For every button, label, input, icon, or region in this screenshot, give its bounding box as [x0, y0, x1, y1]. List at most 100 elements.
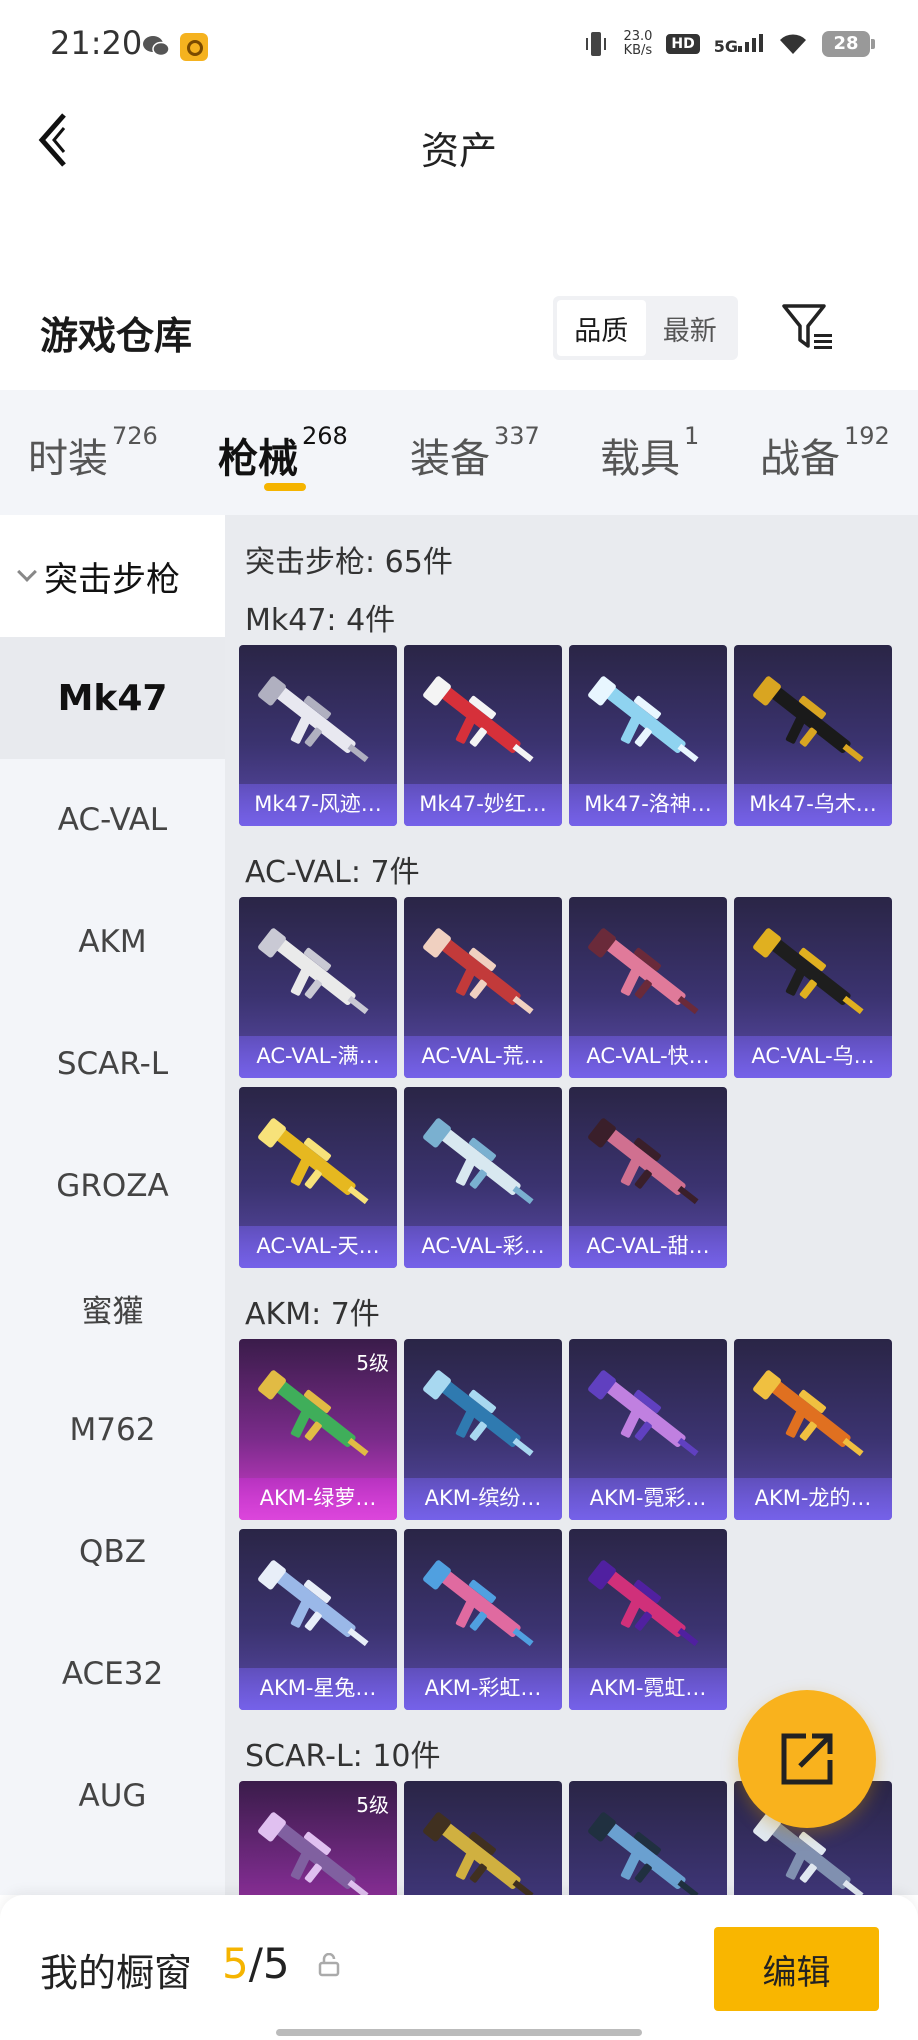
weapon-skin-card[interactable]: AKM-星兔…	[239, 1529, 397, 1710]
active-tab-indicator	[264, 483, 306, 491]
weapon-skin-card[interactable]: Mk47-洛神…	[569, 645, 727, 826]
weapon-skin-card[interactable]: Mk47-风迹…	[239, 645, 397, 826]
showcase-count: 5/5	[222, 1939, 290, 1988]
weapon-skin-name: AC-VAL-快…	[569, 1036, 727, 1078]
tab-weapons[interactable]: 枪械 268	[218, 422, 348, 484]
sort-toggle: 品质 最新	[553, 296, 738, 360]
rifle-icon	[258, 1560, 369, 1647]
weapon-skin-card[interactable]: AC-VAL-彩…	[404, 1087, 562, 1268]
wechat-icon	[143, 36, 170, 57]
status-indicators: 23.0 KB/s HD 5G 28	[583, 30, 875, 58]
tab-fashion[interactable]: 时装 726	[28, 422, 158, 484]
weapon-skin-card[interactable]: AKM-霓虹…	[569, 1529, 727, 1710]
tab-equipment[interactable]: 装备 337	[410, 422, 540, 484]
rifle-icon	[588, 1812, 699, 1895]
share-button[interactable]	[738, 1690, 876, 1828]
rifle-icon	[588, 1560, 699, 1647]
weapon-skin-name: Mk47-乌木…	[734, 784, 892, 826]
rifle-icon	[423, 1370, 534, 1457]
rifle-icon	[423, 676, 534, 763]
rifle-icon	[423, 1560, 534, 1647]
rifle-icon	[753, 928, 864, 1015]
lock-icon	[318, 1953, 340, 1977]
weapon-skin-name: AKM-星兔…	[239, 1668, 397, 1710]
weapon-skin-card[interactable]: AKM-龙的…	[734, 1339, 892, 1520]
level-badge: 5级	[356, 1351, 389, 1375]
filter-button[interactable]	[780, 300, 840, 356]
weapon-skin-card[interactable]: 5级 AKM-绿萝…	[239, 1339, 397, 1520]
weapon-skin-card[interactable]: AC-VAL-满…	[239, 897, 397, 1078]
sidebar-item-groza[interactable]: GROZA	[0, 1125, 225, 1247]
weapon-skin-name: AKM-缤纷…	[404, 1478, 562, 1520]
rifle-icon	[588, 928, 699, 1015]
section-title: Mk47: 4件	[245, 603, 396, 638]
sidebar-item-scar-l[interactable]: SCAR-L	[0, 1003, 225, 1125]
rifle-icon	[423, 928, 534, 1015]
weapon-skin-name: AC-VAL-甜…	[569, 1226, 727, 1268]
tab-supplies[interactable]: 战备 192	[760, 422, 890, 484]
sidebar-item-m762[interactable]: M762	[0, 1369, 225, 1491]
weapon-sidebar: 突击步枪 Mk47 AC-VAL AKM SCAR-L GROZA 蜜獾 M76…	[0, 515, 225, 1895]
rifle-icon	[753, 676, 864, 763]
sidebar-item-ac-val[interactable]: AC-VAL	[0, 759, 225, 881]
sidebar-item-aug[interactable]: AUG	[0, 1735, 225, 1857]
weapon-skin-card[interactable]: Mk47-乌木…	[734, 645, 892, 826]
weapon-skin-name: AC-VAL-满…	[239, 1036, 397, 1078]
weapon-skin-card[interactable]	[569, 1781, 727, 1895]
app-notification-icon	[180, 33, 208, 61]
weapon-skin-name: AC-VAL-荒…	[404, 1036, 562, 1078]
rifle-icon	[258, 1118, 369, 1205]
home-indicator	[276, 2029, 642, 2036]
sidebar-item-qbz[interactable]: QBZ	[0, 1491, 225, 1613]
weapon-skin-card[interactable]: AC-VAL-乌…	[734, 897, 892, 1078]
weapon-skin-card[interactable]: 5级	[239, 1781, 397, 1895]
weapon-skin-card[interactable]: AC-VAL-快…	[569, 897, 727, 1078]
rifle-icon	[423, 1812, 534, 1895]
signal-icon	[738, 34, 763, 52]
level-badge: 5级	[356, 1793, 389, 1817]
weapon-skin-card[interactable]: AKM-彩虹…	[404, 1529, 562, 1710]
sidebar-item-mk47[interactable]: Mk47	[0, 637, 225, 759]
showcase-label: 我的橱窗	[40, 1951, 193, 1995]
weapon-skin-name: AKM-绿萝…	[239, 1478, 397, 1520]
weapon-skin-name: AKM-霓虹…	[569, 1668, 727, 1710]
weapon-skin-name: Mk47-风迹…	[239, 784, 397, 826]
share-icon	[781, 1733, 833, 1785]
weapon-skin-card[interactable]: AC-VAL-荒…	[404, 897, 562, 1078]
sort-quality-option[interactable]: 品质	[557, 300, 646, 356]
weapon-skin-card[interactable]: AC-VAL-甜…	[569, 1087, 727, 1268]
weapon-skin-card[interactable]: AKM-霓彩…	[569, 1339, 727, 1520]
chevron-down-icon	[17, 562, 37, 582]
section-title: SCAR-L: 10件	[245, 1739, 441, 1774]
rifle-icon	[588, 1370, 699, 1457]
sidebar-item-honey-badger[interactable]: 蜜獾	[0, 1247, 225, 1369]
weapon-skin-card[interactable]	[404, 1781, 562, 1895]
sidebar-group-assault-rifles[interactable]: 突击步枪	[0, 515, 225, 637]
tab-vehicles[interactable]: 载具 1	[600, 422, 699, 484]
rifle-icon	[258, 928, 369, 1015]
weapon-skin-name: Mk47-妙红…	[404, 784, 562, 826]
hd-badge: HD	[666, 34, 700, 54]
weapon-skin-card[interactable]: AKM-缤纷…	[404, 1339, 562, 1520]
edit-button[interactable]: 编辑	[714, 1927, 879, 2011]
sidebar-item-akm[interactable]: AKM	[0, 881, 225, 1003]
weapon-skin-name: AKM-彩虹…	[404, 1668, 562, 1710]
status-time: 21:20	[50, 24, 143, 62]
sort-newest-option[interactable]: 最新	[646, 300, 735, 356]
rifle-icon	[588, 1118, 699, 1205]
weapon-skin-name: AC-VAL-彩…	[404, 1226, 562, 1268]
filter-icon	[782, 304, 832, 349]
weapon-grid: 突击步枪: 65件 Mk47: 4件 Mk47-风迹… Mk47-妙红… Mk47-洛…	[225, 515, 918, 1895]
weapon-skin-card[interactable]: Mk47-妙红…	[404, 645, 562, 826]
wifi-icon	[780, 34, 806, 54]
weapon-skin-name: AKM-龙的…	[734, 1478, 892, 1520]
battery-indicator: 28	[822, 31, 875, 57]
category-summary: 突击步枪: 65件	[245, 545, 453, 580]
section-title: AKM: 7件	[245, 1297, 380, 1332]
weapon-skin-card[interactable]: AC-VAL-天…	[239, 1087, 397, 1268]
rifle-icon	[258, 676, 369, 763]
assets-screen: 21:20 23.0 KB/s HD 5G 28 资产 游戏仓库 品质 最新 时装…	[0, 0, 918, 2040]
rifle-icon	[588, 676, 699, 763]
sidebar-item-ace32[interactable]: ACE32	[0, 1613, 225, 1735]
rifle-icon	[423, 1118, 534, 1205]
